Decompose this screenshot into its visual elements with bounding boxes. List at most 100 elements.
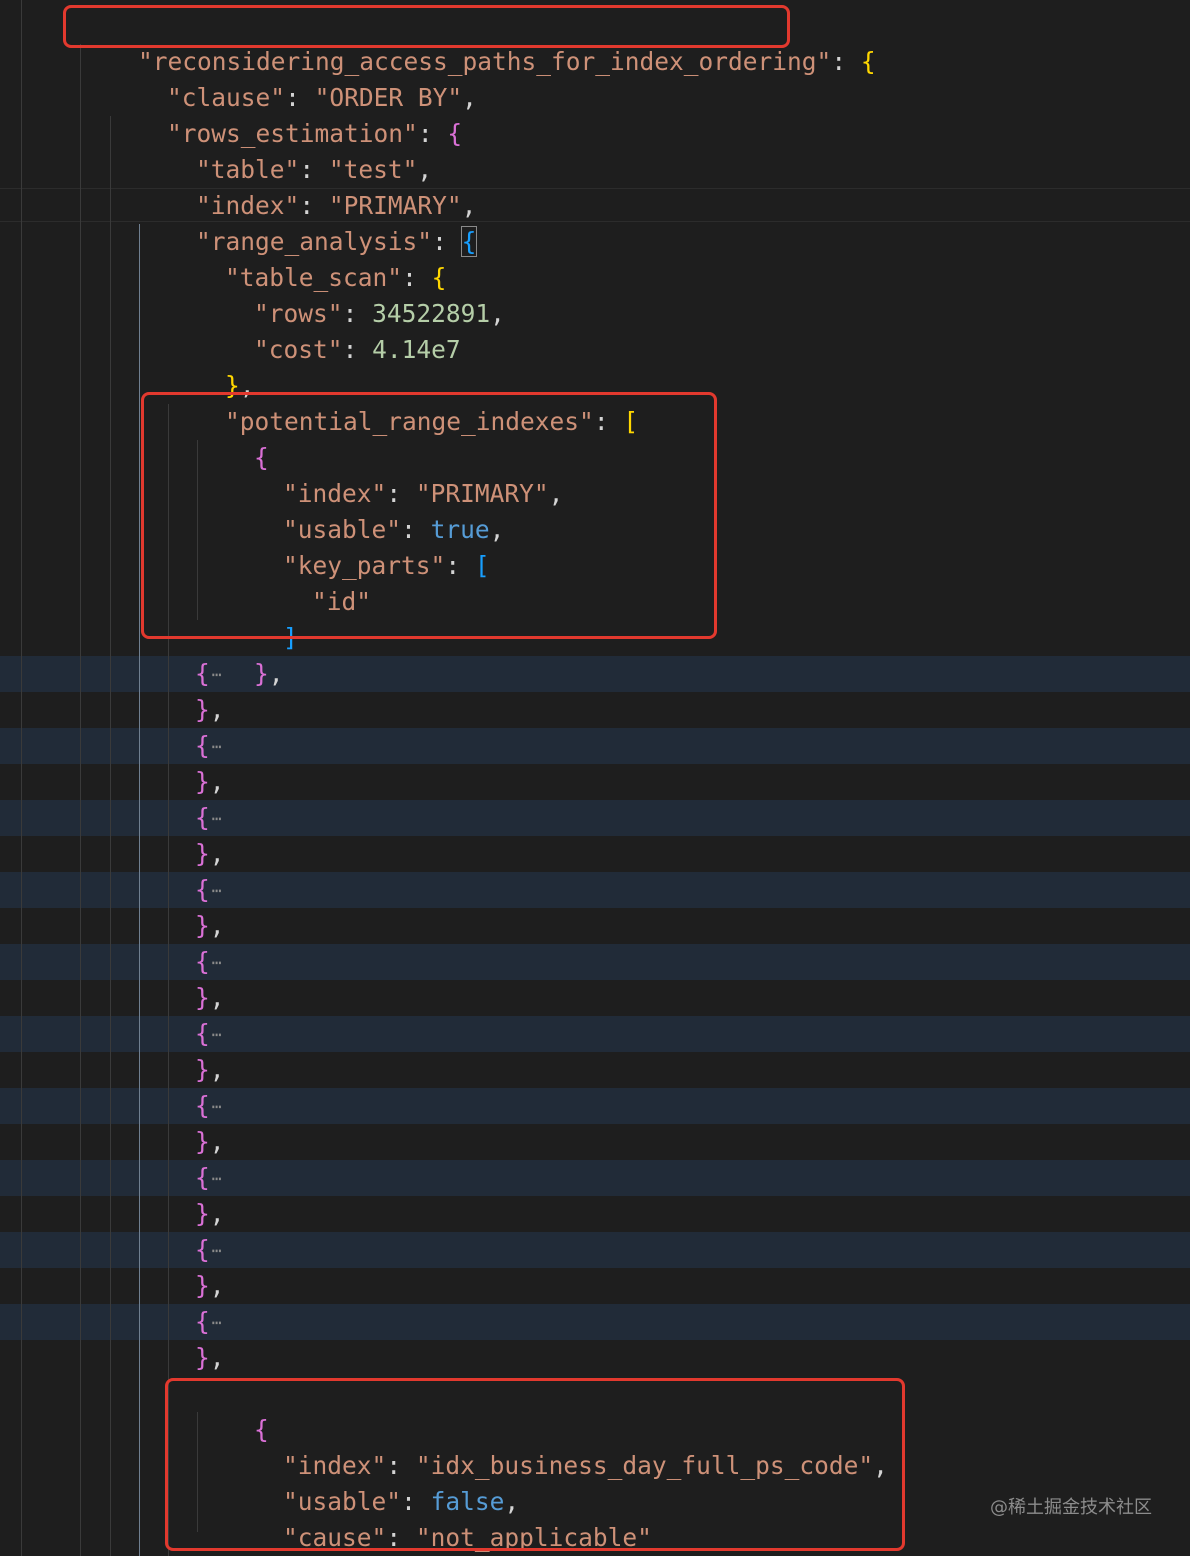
folded-object[interactable]: {⋯ — [195, 1160, 221, 1196]
bracket: { — [195, 731, 210, 760]
folded-line-highlight — [0, 1016, 1190, 1052]
folded-line-highlight — [0, 656, 1190, 692]
folded-object[interactable]: {⋯ — [195, 944, 221, 980]
bracket: { — [195, 659, 210, 688]
code-line[interactable]: "clause": "ORDER BY", — [108, 44, 477, 112]
bracket: { — [195, 1163, 210, 1192]
folded-line-highlight — [0, 944, 1190, 980]
json-number: 4.14e7 — [372, 335, 461, 364]
bracket: } — [195, 839, 210, 868]
code-line[interactable]: }, — [195, 1052, 225, 1088]
fold-ellipsis-icon[interactable]: ⋯ — [212, 737, 222, 756]
code-line[interactable]: { — [195, 1376, 269, 1444]
indent-guide — [168, 404, 169, 1556]
code-line[interactable]: "reconsidering_access_paths_for_index_or… — [79, 8, 876, 76]
folded-object[interactable]: {⋯ — [195, 872, 221, 908]
json-key: "cause" — [283, 1523, 387, 1552]
matched-bracket: { — [460, 226, 478, 257]
code-line[interactable]: }, — [195, 620, 284, 688]
bracket: } — [195, 911, 210, 940]
code-line[interactable]: }, — [195, 764, 225, 800]
bracket: [ — [474, 551, 490, 580]
code-line[interactable]: }, — [195, 1340, 225, 1376]
folded-object[interactable]: {⋯ — [195, 1016, 221, 1052]
watermark: @稀土掘金技术社区 — [990, 1497, 1152, 1518]
folded-line-highlight — [0, 872, 1190, 908]
code-line[interactable]: "usable": false, — [224, 1448, 519, 1516]
indent-guide — [80, 44, 81, 1556]
active-indent-guide — [139, 224, 140, 1556]
code-line[interactable]: "table_scan": { — [166, 224, 446, 292]
code-line[interactable]: "id" — [253, 548, 371, 616]
bracket: [ — [623, 407, 639, 436]
folded-line-highlight — [0, 1304, 1190, 1340]
fold-ellipsis-icon[interactable]: ⋯ — [212, 1025, 222, 1044]
bracket: { — [195, 947, 210, 976]
code-line[interactable]: "table": "test", — [137, 116, 432, 184]
bracket: { — [195, 1307, 210, 1336]
code-line[interactable]: "rows": 34522891, — [195, 260, 505, 328]
bracket: } — [195, 767, 210, 796]
indent-guide — [21, 0, 22, 1556]
fold-ellipsis-icon[interactable]: ⋯ — [212, 1313, 222, 1332]
code-line[interactable]: }, — [195, 692, 225, 728]
bracket: { — [195, 1019, 210, 1048]
bracket: } — [195, 1055, 210, 1084]
code-line[interactable]: }, — [195, 1268, 225, 1304]
code-line[interactable]: "potential_range_indexes": [ — [166, 368, 638, 436]
bracket: } — [195, 695, 210, 724]
code-line[interactable]: }, — [195, 836, 225, 872]
code-line[interactable]: "rows_estimation": { — [108, 80, 462, 148]
fold-ellipsis-icon[interactable]: ⋯ — [212, 665, 222, 684]
fold-ellipsis-icon[interactable]: ⋯ — [212, 881, 222, 900]
code-editor[interactable]: "reconsidering_access_paths_for_index_or… — [0, 0, 1190, 1556]
json-key: "cost" — [254, 335, 343, 364]
code-line[interactable]: }, — [166, 332, 255, 400]
code-line[interactable]: { — [195, 404, 269, 472]
folded-object[interactable]: {⋯ — [195, 656, 221, 692]
bracket: } — [195, 1271, 210, 1300]
folded-line-highlight — [0, 800, 1190, 836]
indent-guide — [110, 116, 111, 1556]
code-line[interactable]: }, — [195, 1196, 225, 1232]
bracket: { — [195, 803, 210, 832]
folded-line-highlight — [0, 1160, 1190, 1196]
code-line[interactable]: "usable": true, — [224, 476, 504, 544]
folded-object[interactable]: {⋯ — [195, 800, 221, 836]
bracket: } — [254, 659, 269, 688]
json-key: "potential_range_indexes" — [225, 407, 594, 436]
bracket: } — [195, 1199, 210, 1228]
fold-ellipsis-icon[interactable]: ⋯ — [212, 1241, 222, 1260]
folded-object[interactable]: {⋯ — [195, 1232, 221, 1268]
bracket: } — [195, 983, 210, 1012]
code-line[interactable]: }, — [195, 908, 225, 944]
bracket: { — [195, 1091, 210, 1120]
folded-object[interactable]: {⋯ — [195, 1088, 221, 1124]
fold-ellipsis-icon[interactable]: ⋯ — [212, 953, 222, 972]
json-string: "not_applicable" — [415, 1523, 652, 1552]
code-line[interactable]: "cost": 4.14e7 — [195, 296, 461, 364]
code-line[interactable]: "range_analysis": { — [137, 188, 478, 257]
folded-object[interactable]: {⋯ — [195, 1304, 221, 1340]
bracket: { — [860, 47, 876, 76]
fold-ellipsis-icon[interactable]: ⋯ — [212, 1169, 222, 1188]
json-string: "id" — [312, 587, 372, 616]
code-line[interactable]: "key_parts": [ — [224, 512, 490, 580]
fold-ellipsis-icon[interactable]: ⋯ — [212, 1097, 222, 1116]
bracket: ] — [283, 623, 298, 652]
code-line[interactable]: "index": "idx_business_day_full_ps_code"… — [224, 1412, 888, 1480]
fold-ellipsis-icon[interactable]: ⋯ — [212, 809, 222, 828]
folded-object[interactable]: {⋯ — [195, 728, 221, 764]
code-line[interactable]: ] — [224, 584, 298, 652]
code-line[interactable]: "cause": "not_applicable" — [224, 1484, 652, 1552]
folded-line-highlight — [0, 728, 1190, 764]
code-line[interactable]: }, — [195, 980, 225, 1016]
code-line[interactable]: }, — [195, 1124, 225, 1160]
folded-line-highlight — [0, 1088, 1190, 1124]
folded-line-highlight — [0, 1232, 1190, 1268]
bracket: { — [195, 1235, 210, 1264]
code-line[interactable]: "index": "PRIMARY", — [224, 440, 563, 508]
code-line[interactable]: "index": "PRIMARY", — [137, 152, 476, 220]
code-line[interactable]: }, — [195, 1520, 284, 1556]
bracket: } — [195, 1343, 210, 1372]
